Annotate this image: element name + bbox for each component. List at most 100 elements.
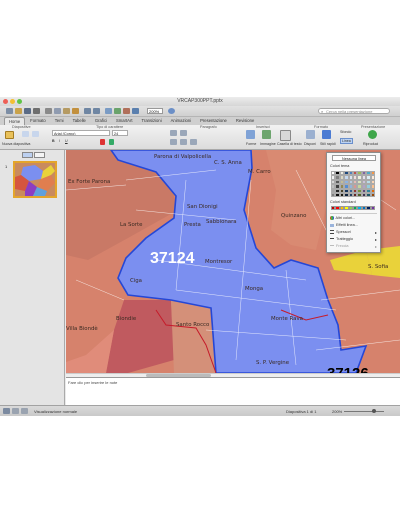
highlight-icon[interactable]: [109, 139, 114, 145]
align-left-icon[interactable]: [170, 139, 177, 145]
section-icon[interactable]: [32, 131, 39, 137]
standard-color-row: [331, 206, 375, 211]
font-color-icon[interactable]: [100, 139, 105, 145]
redo-icon[interactable]: [93, 108, 100, 114]
place-label: Biondie: [116, 316, 137, 322]
powerpoint-window: VRCAP300PPT.pptx 200% ⌕ Cerca nella pres…: [0, 97, 400, 416]
new-slide-icon[interactable]: [5, 131, 14, 139]
open-folder-icon[interactable]: [15, 108, 22, 114]
quick-styles-icon[interactable]: [322, 130, 331, 139]
cut-icon[interactable]: [45, 108, 52, 114]
slideshow-icon[interactable]: [21, 408, 28, 414]
quick-styles-label[interactable]: Stili rapidi: [320, 142, 336, 146]
fill-label[interactable]: Sfondo: [340, 130, 351, 134]
zip-code-37126: 37126: [327, 365, 369, 373]
align-right-icon[interactable]: [190, 139, 197, 145]
tab-transizioni[interactable]: Transizioni: [138, 117, 166, 125]
picture-icon[interactable]: [262, 130, 271, 139]
new-slide-label[interactable]: Nuova diapositiva: [2, 142, 30, 146]
theme-colors-label: Colori tema: [330, 164, 350, 168]
save-icon[interactable]: [24, 108, 31, 114]
align-center-icon[interactable]: [180, 139, 187, 145]
thumbnail-map-image: [15, 163, 55, 196]
tab-grafici[interactable]: Grafici: [91, 117, 111, 125]
font-name-select[interactable]: Arial (Corpo): [52, 130, 110, 136]
zoom-slider[interactable]: [344, 411, 384, 412]
place-label: Ex Forte Parona: [68, 179, 110, 185]
more-colors-item[interactable]: Altri colori...: [330, 216, 355, 220]
weights-icon: [330, 230, 334, 234]
format-painter-icon[interactable]: [72, 108, 79, 114]
help-icon[interactable]: [168, 108, 175, 114]
tab-animazioni[interactable]: Animazioni: [167, 117, 195, 125]
tab-tabelle[interactable]: Tabelle: [69, 117, 90, 125]
bold-button[interactable]: B: [52, 139, 55, 143]
arrange-label[interactable]: Disponi: [304, 142, 316, 146]
color-swatch[interactable]: [370, 206, 375, 211]
window-title: VRCAP300PPT.pptx: [177, 98, 223, 104]
slide-sorter-icon[interactable]: [12, 408, 19, 414]
shapes-icon[interactable]: [246, 130, 255, 139]
tab-smartart[interactable]: SmartArt: [112, 117, 137, 125]
outline-view-tab[interactable]: [34, 152, 45, 158]
theme-color-grid: [331, 171, 375, 198]
bullets-icon[interactable]: [170, 130, 177, 136]
tab-presentazione[interactable]: Presentazione: [196, 117, 231, 125]
color-swatch[interactable]: [370, 192, 375, 198]
textbox-icon[interactable]: [280, 130, 291, 141]
thumbnails-view-tab[interactable]: [22, 152, 33, 158]
search-placeholder: Cerca nella presentazione: [326, 109, 373, 114]
print-icon[interactable]: [33, 108, 40, 114]
play-icon[interactable]: [368, 130, 377, 139]
play-label[interactable]: Riproduci: [363, 142, 378, 146]
place-label: San Dionigi: [187, 204, 218, 210]
insert-picture-icon[interactable]: [123, 108, 130, 114]
tab-home[interactable]: Home: [4, 117, 26, 125]
submenu-arrow-icon: ▸: [375, 238, 377, 242]
textbox-label[interactable]: Casella di testo: [277, 142, 302, 146]
standard-colors-label: Colori standard: [330, 200, 356, 204]
arrange-icon[interactable]: [306, 130, 315, 139]
underline-button[interactable]: U: [65, 139, 68, 143]
search-icon: ⌕: [321, 109, 324, 114]
insert-chart-icon[interactable]: [114, 108, 121, 114]
weights-item[interactable]: Spessori ▸: [330, 230, 377, 235]
zoom-slider-knob[interactable]: [372, 409, 376, 413]
search-field[interactable]: ⌕ Cerca nella presentazione: [318, 108, 390, 114]
font-size-select[interactable]: 24: [112, 130, 128, 136]
place-label: M. Carro: [248, 169, 271, 175]
picture-label[interactable]: Immagine: [260, 142, 276, 146]
no-line-option[interactable]: Nessuna linea: [332, 155, 376, 161]
tab-formato[interactable]: Formato: [26, 117, 50, 125]
copy-icon[interactable]: [54, 108, 61, 114]
dashes-label: Tratteggio: [336, 237, 353, 241]
status-bar: Visualizzazione normale Diapositiva 1 di…: [0, 405, 400, 416]
place-label: Monte Rava: [271, 316, 303, 322]
numbering-icon[interactable]: [180, 130, 187, 136]
tab-revisione[interactable]: Revisione: [232, 117, 258, 125]
insert-table-icon[interactable]: [105, 108, 112, 114]
line-effects-item[interactable]: Effetti linea...: [330, 223, 358, 227]
line-label[interactable]: Linea: [340, 138, 353, 144]
shapes-label[interactable]: Forme: [246, 142, 256, 146]
media-browser-icon[interactable]: [132, 108, 139, 114]
place-label: Sabbionara: [206, 219, 237, 225]
dashes-item[interactable]: Tratteggio ▸: [330, 237, 377, 242]
zoom-field[interactable]: 200%: [147, 108, 163, 114]
tab-temi[interactable]: Temi: [51, 117, 68, 125]
paste-icon[interactable]: [63, 108, 70, 114]
undo-icon[interactable]: [84, 108, 91, 114]
place-label: Montresor: [205, 259, 233, 265]
place-label: Villa Biondè: [66, 325, 98, 332]
zoom-percent: 200%: [332, 409, 343, 414]
submenu-arrow-icon: ▸: [375, 245, 377, 249]
line-effects-icon: [330, 223, 334, 227]
line-effects-label: Effetti linea...: [336, 223, 358, 227]
italic-button[interactable]: I: [59, 139, 60, 143]
notes-pane[interactable]: Fare clic per inserire le note: [66, 377, 400, 406]
arrows-item[interactable]: Freccia ▸: [330, 244, 377, 249]
normal-view-icon[interactable]: [3, 408, 10, 414]
slide-thumbnail[interactable]: [13, 161, 57, 198]
new-file-icon[interactable]: [6, 108, 13, 114]
layout-icon[interactable]: [22, 131, 29, 137]
